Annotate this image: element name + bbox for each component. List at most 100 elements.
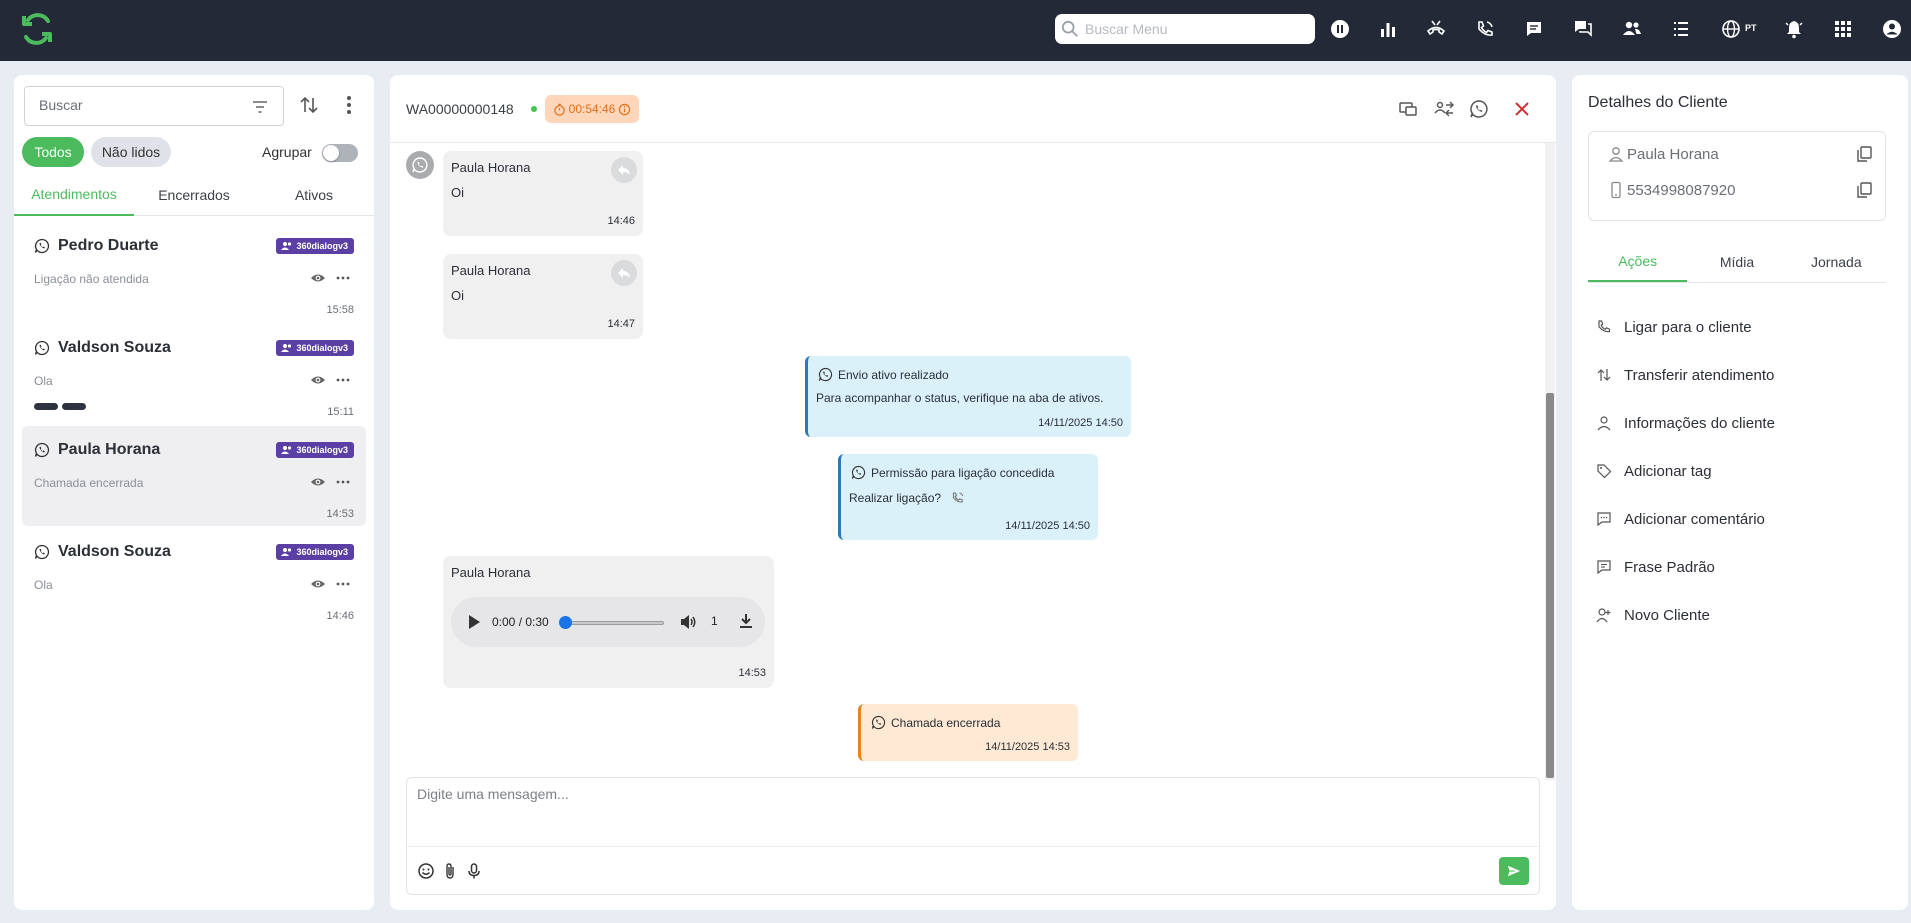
conversation-item[interactable]: Valdson Souza 360dialogv3 Ola 14:46	[22, 528, 366, 628]
action-label: Novo Cliente	[1624, 606, 1710, 624]
system-message: Envio ativo realizado Para acompanhar o …	[805, 356, 1131, 437]
eye-icon[interactable]	[310, 372, 326, 388]
action-label: Adicionar tag	[1624, 462, 1712, 480]
add-user-icon	[1596, 608, 1611, 623]
conversation-search-input[interactable]	[39, 87, 239, 123]
whatsapp-avatar-icon	[406, 151, 434, 179]
conversation-preview: Ola	[34, 578, 53, 592]
more-horizontal-icon[interactable]	[336, 372, 350, 388]
conversation-name: Pedro Duarte	[58, 237, 159, 254]
message-input[interactable]	[417, 786, 1517, 846]
action-client-info[interactable]: Informações do cliente	[1596, 409, 1886, 437]
message-time: 14:47	[607, 318, 635, 330]
reply-icon[interactable]	[611, 157, 637, 183]
conversation-search[interactable]	[24, 86, 284, 126]
chart-icon[interactable]	[1376, 17, 1400, 41]
menu-search-input[interactable]	[1055, 14, 1315, 44]
client-name-row: Paula Horana	[1589, 136, 1887, 172]
filter-icon[interactable]	[251, 98, 269, 116]
conversation-list-panel: Todos Não lidos Agrupar Atendimentos Enc…	[14, 75, 374, 910]
globe-icon[interactable]	[1719, 17, 1743, 41]
more-horizontal-icon[interactable]	[336, 270, 350, 286]
more-options-icon[interactable]	[338, 94, 360, 116]
action-label: Transferir atendimento	[1624, 366, 1775, 384]
copy-icon[interactable]	[1855, 145, 1873, 163]
channel-badge: 360dialogv3	[276, 442, 354, 458]
whatsapp-icon[interactable]	[1468, 98, 1490, 120]
chats-icon[interactable]	[1571, 17, 1595, 41]
copy-icon[interactable]	[1855, 181, 1873, 199]
whatsapp-icon	[34, 340, 50, 356]
conversation-item-selected[interactable]: Paula Horana 360dialogv3 Chamada encerra…	[22, 426, 366, 526]
action-transfer[interactable]: Transferir atendimento	[1596, 361, 1886, 389]
action-add-comment[interactable]: Adicionar comentário	[1596, 505, 1886, 533]
emoji-icon[interactable]	[417, 862, 435, 880]
attachment-icon[interactable]	[441, 862, 459, 880]
message-time: 14:53	[738, 667, 766, 679]
list-icon[interactable]	[1669, 17, 1693, 41]
apps-icon[interactable]	[1831, 17, 1855, 41]
playback-speed[interactable]: 1	[711, 614, 718, 628]
message-text: Oi	[451, 185, 464, 200]
eye-icon[interactable]	[310, 270, 326, 286]
chat-preview-icon[interactable]	[1397, 98, 1419, 120]
tab-ativos[interactable]: Ativos	[254, 174, 374, 216]
conversation-time: 14:46	[326, 610, 354, 622]
mobile-phone-icon	[1611, 181, 1621, 199]
audio-player: 0:00 / 0:30 1	[451, 597, 765, 647]
transfer-users-icon[interactable]	[1433, 98, 1455, 120]
phone-icon	[1598, 320, 1611, 333]
microphone-icon[interactable]	[465, 862, 483, 880]
conversation-name: Valdson Souza	[58, 543, 171, 560]
tag-pills	[34, 403, 86, 410]
tab-acoes[interactable]: Ações	[1588, 241, 1688, 282]
account-icon[interactable]	[1880, 17, 1904, 41]
conversation-preview: Ligação não atendida	[34, 272, 149, 286]
audio-seek-handle[interactable]	[559, 616, 572, 629]
tab-jornada[interactable]: Jornada	[1787, 241, 1886, 282]
audio-seek-bar[interactable]	[564, 621, 664, 625]
filter-unread-chip[interactable]: Não lidos	[91, 137, 171, 167]
whatsapp-icon	[34, 442, 50, 458]
group-label: Agrupar	[262, 144, 312, 160]
download-icon[interactable]	[737, 612, 755, 630]
pause-icon[interactable]	[1328, 17, 1352, 41]
action-call-client[interactable]: Ligar para o cliente	[1596, 313, 1886, 341]
tab-encerrados[interactable]: Encerrados	[134, 174, 254, 216]
info-icon[interactable]	[618, 103, 631, 116]
app-logo[interactable]	[20, 12, 54, 46]
action-new-client[interactable]: Novo Cliente	[1596, 601, 1886, 629]
system-message-time: 14/11/2025 14:50	[1038, 417, 1123, 429]
client-card: Paula Horana 5534998087920	[1588, 131, 1886, 221]
close-chat-icon[interactable]	[1511, 98, 1533, 120]
more-horizontal-icon[interactable]	[336, 474, 350, 490]
more-horizontal-icon[interactable]	[336, 576, 350, 592]
system-message: Permissão para ligação concedida Realiza…	[838, 454, 1098, 540]
chat-icon[interactable]	[1522, 17, 1546, 41]
bell-icon[interactable]	[1782, 17, 1806, 41]
action-label: Ligar para o cliente	[1624, 318, 1752, 336]
conversation-item[interactable]: Pedro Duarte 360dialogv3 Ligação não ate…	[22, 222, 366, 322]
hangup-icon[interactable]	[1424, 17, 1448, 41]
chat-scrollbar-thumb[interactable]	[1546, 393, 1554, 778]
channel-badge: 360dialogv3	[276, 544, 354, 560]
action-standard-phrase[interactable]: Frase Padrão	[1596, 553, 1886, 581]
phone-icon[interactable]	[1473, 17, 1497, 41]
language-label[interactable]: PT	[1745, 23, 1757, 33]
sort-icon[interactable]	[298, 94, 320, 116]
reply-icon[interactable]	[611, 260, 637, 286]
send-button[interactable]	[1499, 857, 1529, 885]
conversation-item[interactable]: Valdson Souza 360dialogv3 Ola 15:11	[22, 324, 366, 424]
eye-icon[interactable]	[310, 474, 326, 490]
volume-icon[interactable]	[679, 613, 697, 631]
conversation-tabs: Atendimentos Encerrados Ativos	[14, 174, 374, 216]
tab-midia[interactable]: Mídia	[1687, 241, 1786, 282]
users-icon[interactable]	[1620, 17, 1644, 41]
group-toggle[interactable]	[322, 144, 358, 162]
tab-atendimentos[interactable]: Atendimentos	[14, 174, 134, 216]
eye-icon[interactable]	[310, 576, 326, 592]
action-add-tag[interactable]: Adicionar tag	[1596, 457, 1886, 485]
play-icon[interactable]	[467, 614, 481, 630]
call-icon[interactable]	[951, 491, 965, 505]
filter-all-chip[interactable]: Todos	[22, 137, 84, 167]
